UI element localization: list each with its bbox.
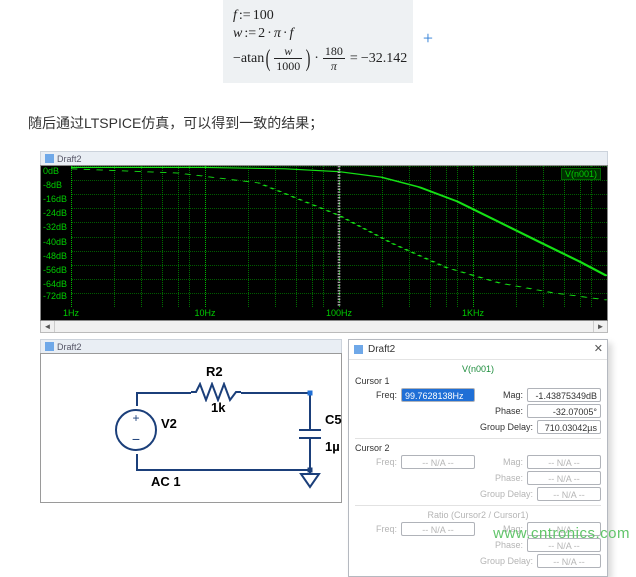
cursor2-freq-input[interactable]: -- N/A -- [401,455,475,469]
ac-directive[interactable]: AC 1 [151,474,181,489]
math-line-1: f := 100 [233,8,403,24]
mag-label: Mag: [475,390,527,400]
cursor1-row: Freq: 99.7628138Hz Mag: -1.43875349dB [355,388,601,402]
close-icon[interactable]: ✕ [594,342,603,355]
plot-canvas[interactable]: 0dB -8dB -16dB -24dB -32dB -40dB -48dB -… [40,165,608,321]
cursor1-freq-input[interactable]: 99.7628138Hz [401,388,475,402]
capacitor-value[interactable]: 1µ [325,439,340,454]
plot-traces [71,166,607,307]
scroll-track[interactable] [55,321,593,332]
plot-x-axis: 1Hz 10Hz 100Hz 1KHz [71,308,607,320]
plot-titlebar[interactable]: Draft2 [40,151,608,165]
bode-plot-window: Draft2 0dB -8dB -16dB -24dB -32dB -40dB … [40,151,608,333]
capacitor-symbol[interactable] [297,420,323,452]
ratio-freq-value: -- N/A -- [401,522,475,536]
phase-label: Phase: [475,406,527,416]
cursor1-mag-value[interactable]: -1.43875349dB [527,388,601,402]
plot-y-axis: 0dB -8dB -16dB -24dB -32dB -40dB -48dB -… [43,166,71,307]
voltage-source-symbol[interactable]: + − [114,406,158,454]
dialog-icon [353,344,364,355]
dialog-title-text: Draft2 [368,344,395,355]
cursor2-row: Group Delay: -- N/A -- [355,487,601,501]
group-delay-label: Group Delay: [475,422,537,432]
schematic-titlebar[interactable]: Draft2 [40,339,342,353]
schematic-window: Draft2 + − [40,339,342,577]
body-paragraph: 随后通过LTSPICE仿真，可以得到一致的结果； [28,113,636,133]
plot-horizontal-scrollbar[interactable]: ◄ ► [40,321,608,333]
math-line-2: w := 2 · π · f [233,26,403,42]
plot-window-icon [45,154,54,163]
cursor1-row: Phase: -32.07005° [355,404,601,418]
plot-grid-area [71,166,607,307]
scroll-right-icon[interactable]: ► [593,321,607,332]
watermark-text: www.cntronics.com [493,525,630,542]
dialog-titlebar[interactable]: Draft2 ✕ [349,340,607,360]
capacitor-label[interactable]: C5 [325,412,342,427]
svg-text:+: + [132,411,139,425]
schematic-window-title: Draft2 [57,342,82,352]
cursor2-row: Freq: -- N/A -- Mag: -- N/A -- [355,455,601,469]
cursor1-phase-value[interactable]: -32.07005° [527,404,601,418]
schematic-canvas[interactable]: + − R2 1k C5 [40,353,342,503]
cursor1-row: Group Delay: 710.03042µs [355,420,601,434]
plot-trace-label[interactable]: V(n001) [561,168,601,180]
cursor1-section-label: Cursor 1 [355,376,601,386]
ratio-gd-value: -- N/A -- [537,554,601,568]
svg-text:−: − [132,431,140,447]
node-marker [308,391,313,396]
cursor2-phase-value[interactable]: -- N/A -- [527,471,601,485]
node-marker [308,468,313,473]
divider [355,505,601,506]
cursor2-mag-value[interactable]: -- N/A -- [527,455,601,469]
dialog-signal-name: V(n001) [355,364,601,374]
ratio-section-label: Ratio (Cursor2 / Cursor1) [355,510,601,520]
resistor-value[interactable]: 1k [211,400,225,415]
math-line-3: − atan ( w 1000 ) · 180 π = −32.142 [233,44,403,73]
resistor-label[interactable]: R2 [206,364,223,379]
math-equation-block: + f := 100 w := 2 · π · f − atan ( w 100… [223,0,413,83]
ratio-row: Group Delay: -- N/A -- [355,554,601,568]
schematic-window-icon [45,342,54,351]
scroll-left-icon[interactable]: ◄ [41,321,55,332]
cursor2-row: Phase: -- N/A -- [355,471,601,485]
vsource-label[interactable]: V2 [161,416,177,431]
resistor-symbol[interactable] [191,382,241,402]
freq-label: Freq: [355,390,401,400]
cursor2-section-label: Cursor 2 [355,443,601,453]
math-cursor-icon: + [423,28,433,49]
divider [355,438,601,439]
plot-window-title: Draft2 [57,154,82,164]
cursor1-gd-value[interactable]: 710.03042µs [537,420,601,434]
cursor2-gd-value[interactable]: -- N/A -- [537,487,601,501]
